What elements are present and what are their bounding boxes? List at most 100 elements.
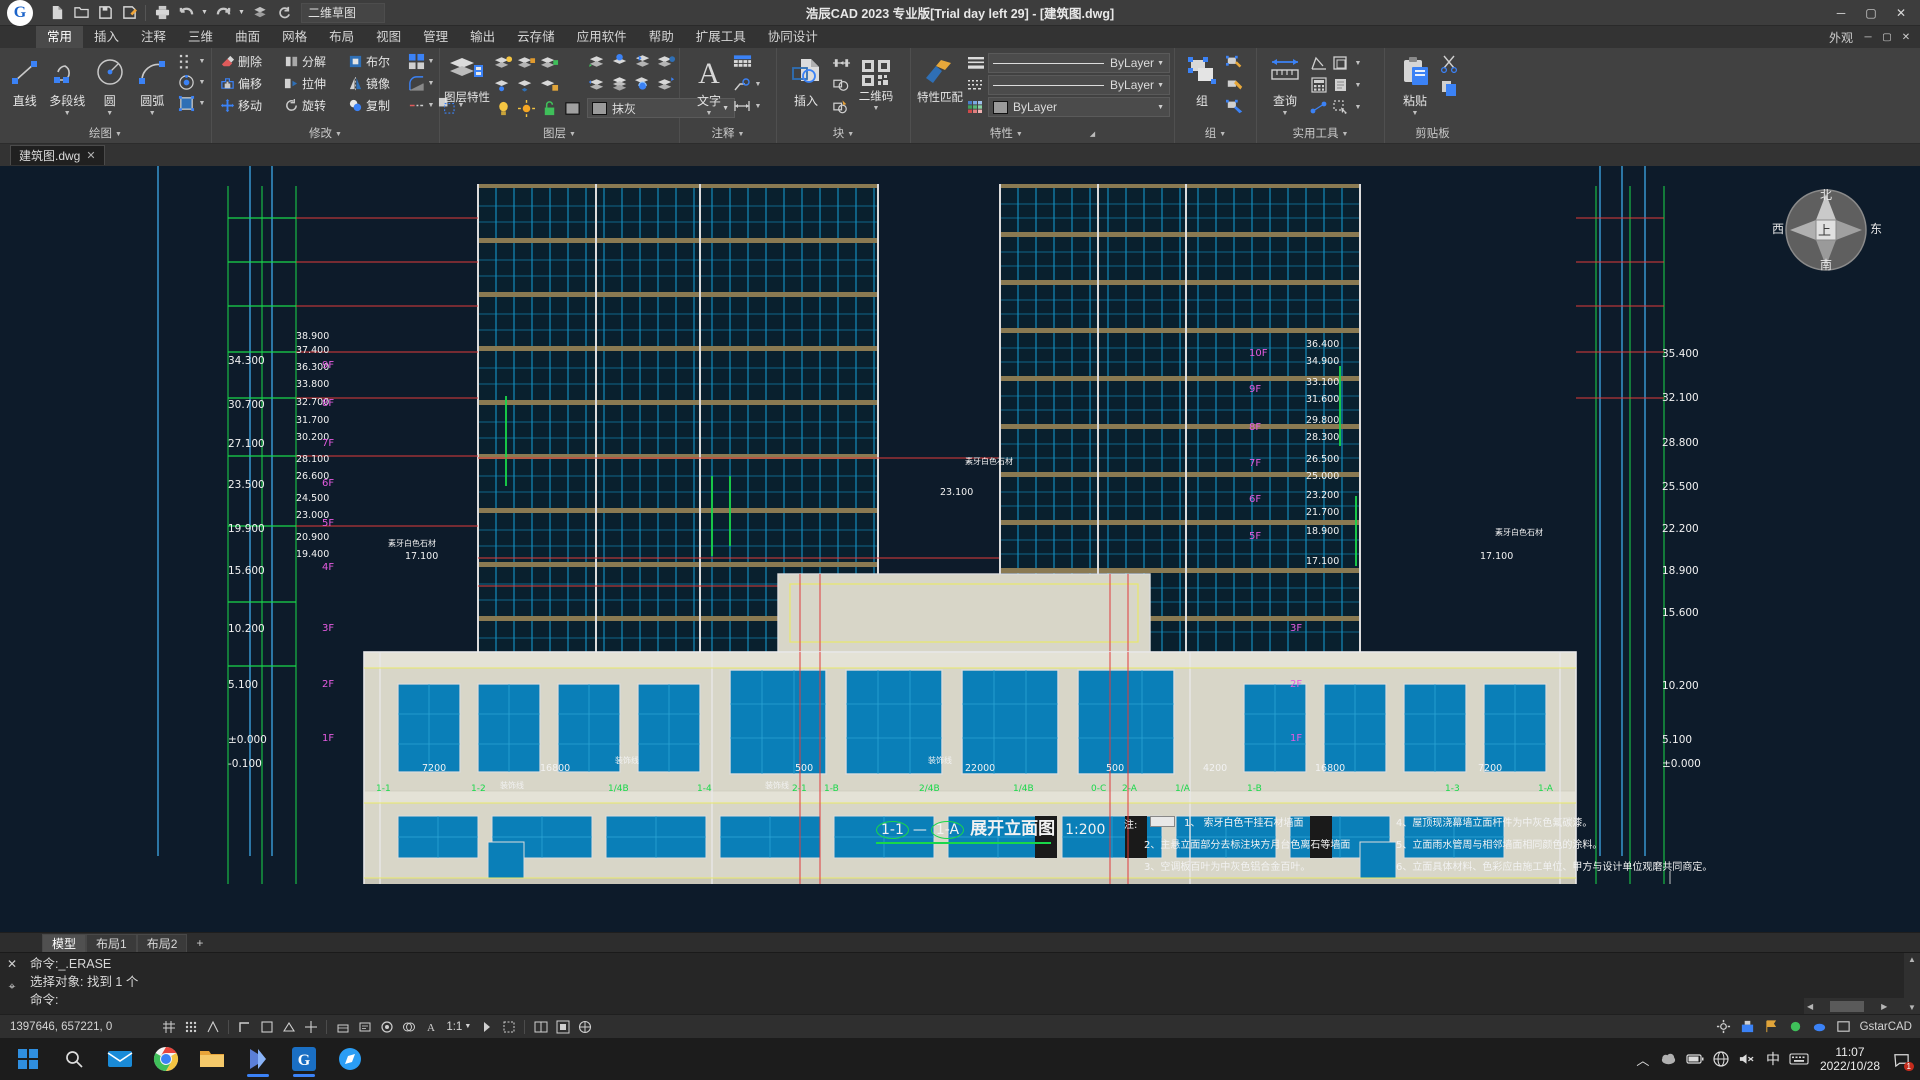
- snap-icon[interactable]: [180, 1017, 201, 1037]
- linetype-combo[interactable]: ByLayer ▼: [988, 53, 1170, 73]
- redo-icon[interactable]: [212, 2, 234, 24]
- layer-turn-icon[interactable]: [633, 73, 653, 93]
- otrack-icon[interactable]: [300, 1017, 321, 1037]
- ribbon-tab-manage[interactable]: 管理: [412, 26, 459, 48]
- ribbon-tab-cloud[interactable]: 云存储: [506, 26, 566, 48]
- network-icon[interactable]: [1710, 1047, 1732, 1071]
- hscroll-right-icon[interactable]: ▶: [1878, 1000, 1890, 1013]
- group-edit-icon[interactable]: [1225, 53, 1245, 73]
- undo-dropdown-icon[interactable]: ▼: [199, 2, 210, 24]
- hscroll-thumb[interactable]: [1830, 1000, 1865, 1012]
- draw-circle-button[interactable]: 圆 ▼: [89, 51, 131, 118]
- dimension-dropdown-icon[interactable]: ▼: [753, 103, 763, 110]
- new-file-icon[interactable]: [46, 2, 68, 24]
- windows-start-icon[interactable]: [6, 1039, 50, 1079]
- region-icon[interactable]: [176, 93, 196, 113]
- cut-icon[interactable]: [1439, 54, 1459, 74]
- layer-walk-icon[interactable]: [610, 73, 630, 93]
- dimension-icon[interactable]: [732, 96, 752, 116]
- lineweight-icon[interactable]: [376, 1017, 397, 1037]
- block-define-icon[interactable]: [831, 75, 851, 95]
- ribbon-tab-insert[interactable]: 插入: [83, 26, 130, 48]
- panel-draw-expand-icon[interactable]: ▼: [115, 126, 122, 143]
- fillet-icon[interactable]: [406, 73, 426, 93]
- panel-group-expand-icon[interactable]: ▼: [1219, 126, 1226, 143]
- utility-dropdown-2-icon[interactable]: ▼: [1353, 82, 1363, 89]
- dyn-icon[interactable]: [354, 1017, 375, 1037]
- ribbon-tab-view[interactable]: 视图: [365, 26, 412, 48]
- transparency-icon[interactable]: [398, 1017, 419, 1037]
- chevron-up-icon[interactable]: ︿: [1632, 1047, 1654, 1071]
- array-icon[interactable]: [406, 51, 426, 71]
- maximize-button[interactable]: ▢: [1856, 1, 1886, 25]
- tab-layout2[interactable]: 布局2: [136, 933, 188, 952]
- polar-icon[interactable]: [256, 1017, 277, 1037]
- layer-color-icon[interactable]: [562, 98, 582, 118]
- document-tab-close-icon[interactable]: ✕: [86, 149, 95, 162]
- document-tab[interactable]: 建筑图.dwg ✕: [10, 145, 105, 165]
- point-icon[interactable]: [176, 51, 196, 71]
- trim-icon[interactable]: [406, 95, 426, 115]
- ribbon-tab-annotate[interactable]: 注释: [130, 26, 177, 48]
- panel-properties-dialog-launcher[interactable]: ◢: [1090, 126, 1095, 143]
- color-combo[interactable]: ByLayer ▼: [988, 97, 1170, 117]
- cloud-icon[interactable]: [1658, 1047, 1680, 1071]
- layers-icon[interactable]: [249, 2, 271, 24]
- ribbon-tab-help[interactable]: 帮助: [638, 26, 685, 48]
- annotation-scale-dropdown-icon[interactable]: ▼: [464, 1023, 471, 1030]
- modify-mirror-button[interactable]: 镜像: [344, 72, 406, 94]
- media-player-icon[interactable]: [236, 1039, 280, 1079]
- status-window-icon[interactable]: [1833, 1017, 1854, 1037]
- layer-sun-icon[interactable]: [516, 98, 536, 118]
- restore-icon[interactable]: [273, 2, 295, 24]
- modify-move-button[interactable]: 移动: [216, 94, 280, 116]
- infer-icon[interactable]: [202, 1017, 223, 1037]
- selcycle-icon[interactable]: [498, 1017, 519, 1037]
- circle-dropdown-icon[interactable]: ▼: [106, 109, 113, 118]
- redo-dropdown-icon[interactable]: ▼: [236, 2, 247, 24]
- ime-chinese-icon[interactable]: 中: [1762, 1047, 1784, 1071]
- search-icon[interactable]: [52, 1039, 96, 1079]
- polyline-dropdown-icon[interactable]: ▼: [64, 109, 71, 118]
- command-hscrollbar[interactable]: ◀ ▶: [1804, 998, 1904, 1014]
- leader-dropdown-icon[interactable]: ▼: [753, 81, 763, 88]
- table-icon[interactable]: [732, 52, 752, 72]
- panel-annotate-expand-icon[interactable]: ▼: [738, 126, 745, 143]
- status-flag-icon[interactable]: [1761, 1017, 1782, 1037]
- layer-states-icon[interactable]: [656, 51, 676, 71]
- utility-dropdown-1-icon[interactable]: ▼: [1353, 60, 1363, 67]
- command-close-icon[interactable]: ✕: [7, 957, 17, 971]
- command-vscrollbar[interactable]: ▲ ▼: [1904, 953, 1920, 1014]
- hscroll-left-icon[interactable]: ◀: [1804, 1000, 1816, 1013]
- lineweight-combo[interactable]: ByLayer ▼: [988, 75, 1170, 95]
- fullscreen-icon[interactable]: [574, 1017, 595, 1037]
- battery-icon[interactable]: [1684, 1047, 1706, 1071]
- coordinate-display[interactable]: 1397646, 657221, 0: [0, 1021, 122, 1033]
- point-dropdown-icon[interactable]: ▼: [197, 58, 207, 65]
- hatch-dropdown-icon[interactable]: ▼: [197, 79, 207, 86]
- ribbon-close-icon[interactable]: ✕: [1898, 29, 1914, 45]
- save-as-icon[interactable]: [118, 2, 140, 24]
- modify-stretch-button[interactable]: 拉伸: [280, 72, 344, 94]
- draw-line-button[interactable]: 直线: [4, 51, 46, 109]
- modify-copy-button[interactable]: 复制: [344, 94, 406, 116]
- block-insert-button[interactable]: 插入: [783, 51, 829, 109]
- fillet-dropdown-icon[interactable]: ▼: [426, 80, 436, 87]
- layer-merge-icon[interactable]: [587, 51, 607, 71]
- close-button[interactable]: ✕: [1886, 1, 1916, 25]
- layer-properties-button[interactable]: 图层特性: [444, 51, 490, 104]
- panel-block-expand-icon[interactable]: ▼: [847, 126, 854, 143]
- notification-center-icon[interactable]: 1: [1890, 1047, 1914, 1071]
- trim-dropdown-icon[interactable]: ▼: [426, 102, 436, 109]
- ribbon-tab-output[interactable]: 输出: [459, 26, 506, 48]
- command-input-line[interactable]: 命令:: [30, 992, 1914, 1009]
- color-dropdown-icon[interactable]: ▼: [1154, 104, 1167, 111]
- inquiry-button[interactable]: 查询 ▼: [1263, 51, 1307, 118]
- command-history[interactable]: 命令:_.ERASE 选择对象: 找到 1 个 命令:: [24, 953, 1920, 1014]
- leader-icon[interactable]: [732, 74, 752, 94]
- open-folder-icon[interactable]: [70, 2, 92, 24]
- array-dropdown-icon[interactable]: ▼: [426, 58, 436, 65]
- settings-gear-icon[interactable]: [1713, 1017, 1734, 1037]
- qrcode-dropdown-icon[interactable]: ▼: [873, 104, 880, 113]
- ribbon-restore-icon[interactable]: ▢: [1879, 29, 1895, 45]
